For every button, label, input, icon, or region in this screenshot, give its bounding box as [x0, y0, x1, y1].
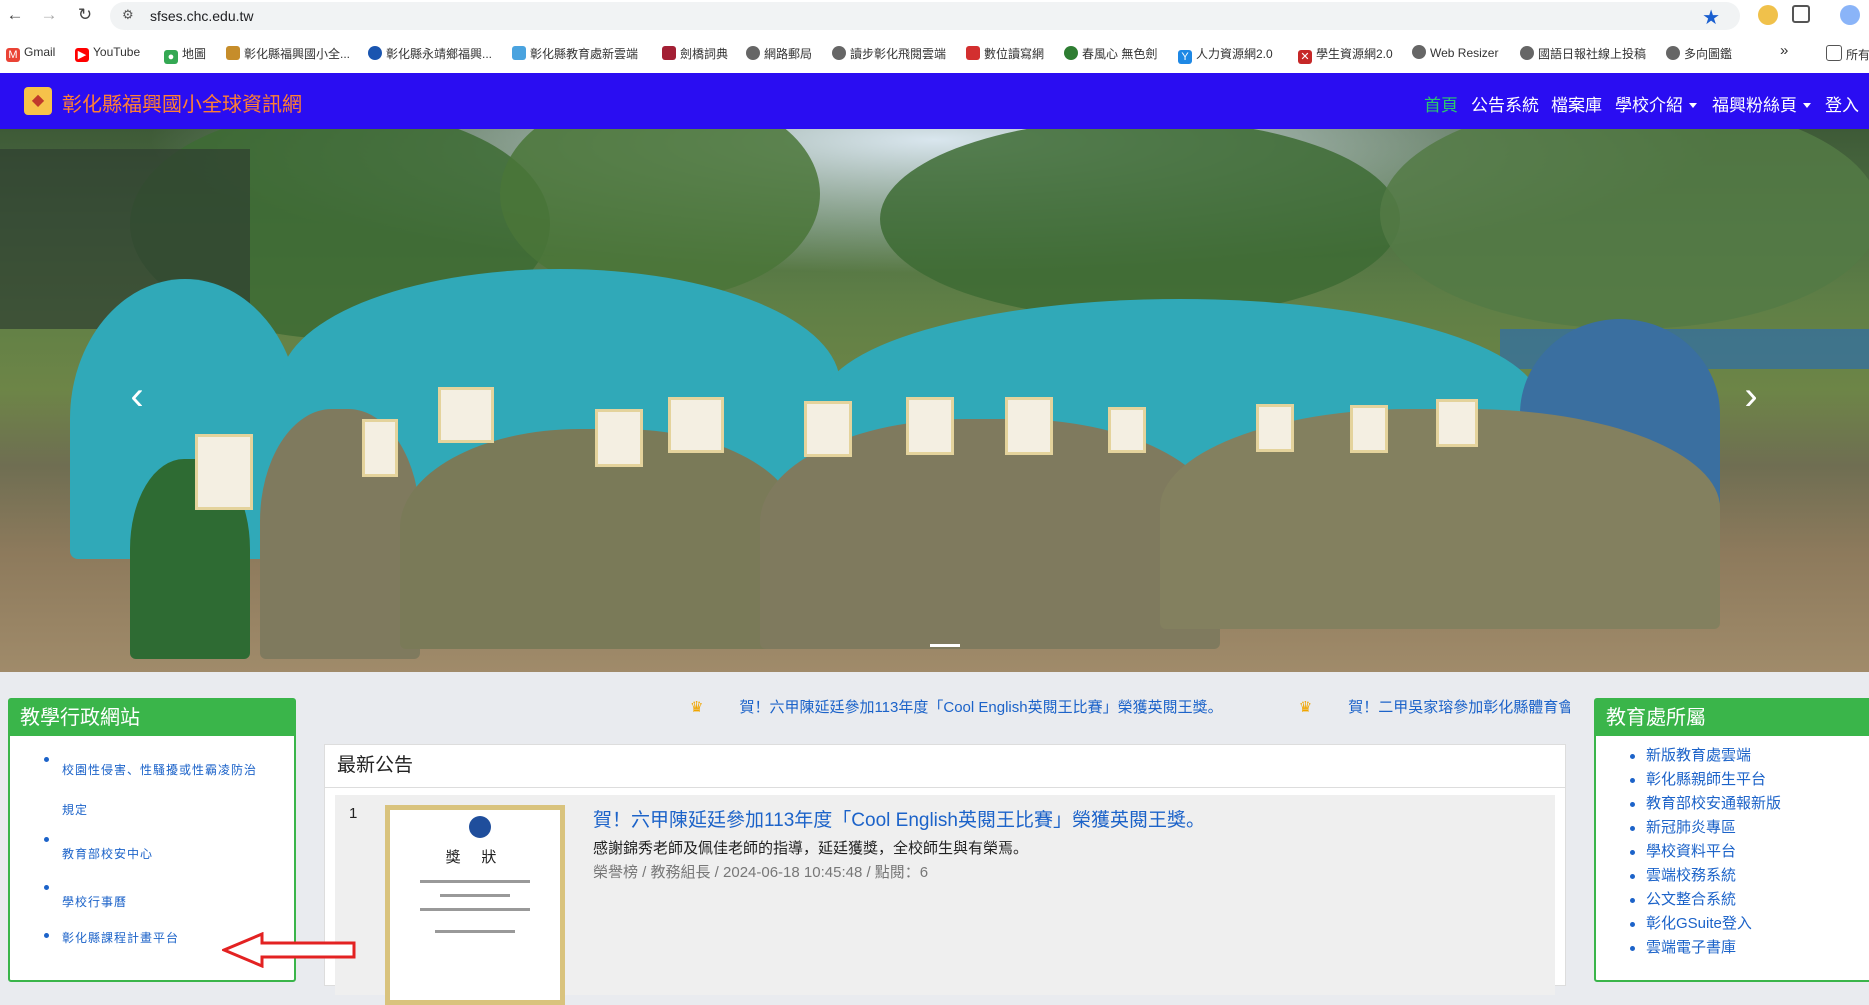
list-item[interactable]: 公文整合系統 [1606, 888, 1869, 912]
text-line [440, 894, 510, 897]
certificate-shape [1256, 404, 1294, 452]
profile-avatar[interactable] [1840, 5, 1860, 25]
bookmarks-overflow-icon[interactable]: » [1780, 42, 1788, 59]
certificate-shape [1436, 399, 1478, 447]
address-bar[interactable]: ⚙ sfses.chc.edu.tw ★ [110, 2, 1740, 30]
emblem-icon [469, 816, 491, 838]
menu-about[interactable]: 學校介紹 [1615, 91, 1697, 116]
bookmark-hr[interactable]: Y 人力資源網2.0 [1178, 45, 1273, 64]
forward-icon[interactable]: → [38, 4, 60, 26]
certificate-shape [595, 409, 643, 467]
certificate-shape [906, 397, 954, 455]
bookmark-spring[interactable]: 春風心 無色劍 [1064, 45, 1157, 62]
list-item[interactable]: 學校資料平台 [1606, 840, 1869, 864]
certificate-shape [1108, 407, 1146, 453]
text-line [435, 930, 515, 933]
bookmark-cambridge[interactable]: 劍橋詞典 [662, 45, 728, 62]
left-panel-title: 教學行政網站 [10, 700, 294, 736]
list-item[interactable]: 校園性侵害、性騷擾或性霸凌防治 [20, 750, 294, 790]
back-icon[interactable]: ← [4, 4, 26, 26]
thumbnail-title: 獎 狀 [445, 848, 505, 866]
list-item[interactable]: 雲端電子書庫 [1606, 936, 1869, 960]
list-item[interactable]: 教育部校安通報新版 [1606, 792, 1869, 816]
news-title[interactable]: 賀！六甲陳延廷參加113年度「Cool English英閱王比賽」榮獲英閱王獎。 [593, 805, 1205, 832]
news-item[interactable]: 1 獎 狀 賀！六甲陳延廷參加113年度「Cool English英閱王比賽」榮… [335, 795, 1555, 1005]
list-item[interactable]: 新版教育處雲端 [1606, 744, 1869, 768]
url-text[interactable]: sfses.chc.edu.tw [150, 8, 254, 24]
site-navbar: ◆ 彰化縣福興國小全球資訊網 首頁 公告系統 檔案庫 學校介紹 福興粉絲頁 登入 [0, 73, 1869, 129]
menu-files[interactable]: 檔案庫 [1551, 91, 1602, 116]
bookmark-student[interactable]: ✕ 學生資源網2.0 [1298, 45, 1393, 64]
bookmark-digital-reading[interactable]: 數位讀寫網 [966, 45, 1044, 62]
extensions-puzzle-icon[interactable] [1792, 5, 1810, 23]
certificate-shape [804, 401, 852, 457]
bookmark-edu-cloud[interactable]: 彰化縣教育處新雲端 [512, 45, 638, 62]
news-heading: 最新公告 [325, 745, 1565, 788]
menu-login[interactable]: 登入 [1825, 91, 1859, 116]
site-title[interactable]: 彰化縣福興國小全球資訊網 [62, 88, 302, 117]
reload-icon[interactable]: ↻ [74, 4, 96, 26]
right-panel: 教育處所屬 新版教育處雲端 彰化縣親師生平台 教育部校安通報新版 新冠肺炎專區 … [1594, 698, 1869, 982]
menu-announcements[interactable]: 公告系統 [1471, 91, 1539, 116]
certificate-shape [668, 397, 724, 453]
crown-icon: ♛ [1298, 699, 1313, 716]
bookmark-maps[interactable]: ● 地圖 [164, 45, 206, 64]
bookmark-star-icon[interactable]: ★ [1702, 5, 1720, 30]
crown-icon: ♛ [690, 699, 704, 716]
certificate-shape [1350, 405, 1388, 453]
carousel-indicator[interactable] [930, 644, 960, 647]
bookmark-mandarin-daily[interactable]: 國語日報社線上投稿 [1520, 45, 1646, 62]
tree-shape [1380, 129, 1869, 329]
bookmark-gmail[interactable]: M Gmail [6, 45, 55, 62]
hero-carousel[interactable]: ‹ › [0, 129, 1869, 672]
certificate-shape [1005, 397, 1053, 455]
marquee-item[interactable]: ♛ 賀！二甲吳家瑢參加彰化縣體育會11 [1299, 699, 1570, 716]
school-logo-icon[interactable]: ◆ [24, 87, 52, 115]
tree-shape [880, 129, 1400, 319]
chevron-down-icon [1689, 103, 1697, 108]
text-line [420, 908, 530, 911]
list-item[interactable]: 彰化縣親師生平台 [1606, 768, 1869, 792]
bookmark-reading[interactable]: 讀步彰化飛閱雲端 [832, 45, 946, 62]
list-item[interactable]: 彰化GSuite登入 [1606, 912, 1869, 936]
list-item[interactable]: 雲端校務系統 [1606, 864, 1869, 888]
text-line [420, 880, 530, 883]
bookmark-post[interactable]: 網路郵局 [746, 45, 812, 62]
right-panel-title: 教育處所屬 [1596, 700, 1869, 736]
marquee-item[interactable]: ♛ 賀！六甲陳延廷參加113年度「Cool English英閱王比賽」榮獲英閱王獎… [690, 699, 1259, 716]
announcement-marquee[interactable]: ♛ 賀！六甲陳延廷參加113年度「Cool English英閱王比賽」榮獲英閱王獎… [690, 696, 1570, 722]
carousel-prev-icon[interactable]: ‹ [122, 376, 152, 416]
certificate-shape [195, 434, 253, 510]
browser-chrome: ← → ↻ ⚙ sfses.chc.edu.tw ★ M Gmail ▶ YouTu… [0, 0, 1869, 73]
bookmarks-bar: M Gmail ▶ YouTube ● 地圖 彰化縣福興國小全... 彰化縣永靖鄉福興… [0, 38, 1869, 68]
red-arrow-icon [222, 932, 356, 968]
list-item-continued[interactable]: 規定 [20, 790, 294, 830]
bookmark-youtube[interactable]: ▶ YouTube [75, 45, 140, 62]
bookmark-web-resizer[interactable]: Web Resizer [1412, 45, 1498, 60]
list-item[interactable]: 教育部校安中心 [20, 830, 294, 878]
all-bookmarks-folder[interactable]: 所有 [1826, 45, 1869, 63]
menu-home[interactable]: 首頁 [1424, 91, 1458, 116]
bookmark-atlas[interactable]: 多向圖鑑 [1666, 45, 1732, 62]
menu-fanpage[interactable]: 福興粉絲頁 [1712, 91, 1811, 116]
news-description: 感謝錦秀老師及佩佳老師的指導，延廷獲獎，全校師生與有榮焉。 [593, 840, 1029, 857]
extension-icon[interactable] [1758, 5, 1778, 25]
site-info-icon[interactable]: ⚙ [122, 7, 138, 23]
carousel-next-icon[interactable]: › [1736, 376, 1766, 416]
bookmark-school[interactable]: 彰化縣福興國小全... [226, 45, 350, 62]
certificate-shape [438, 387, 494, 443]
bookmark-yongjing[interactable]: 彰化縣永靖鄉福興... [368, 45, 492, 62]
news-panel: 最新公告 1 獎 狀 賀！六甲陳延廷參加113年度「Cool English英閱… [324, 744, 1566, 1005]
news-number: 1 [349, 805, 358, 822]
news-meta: 榮譽榜 / 教務組長 / 2024-06-18 10:45:48 / 點閱：6 [593, 864, 929, 881]
list-item[interactable]: 學校行事曆 [20, 878, 294, 926]
list-item[interactable]: 新冠肺炎專區 [1606, 816, 1869, 840]
news-thumbnail[interactable]: 獎 狀 [385, 805, 565, 1005]
certificate-shape [362, 419, 398, 477]
chevron-down-icon [1803, 103, 1811, 108]
